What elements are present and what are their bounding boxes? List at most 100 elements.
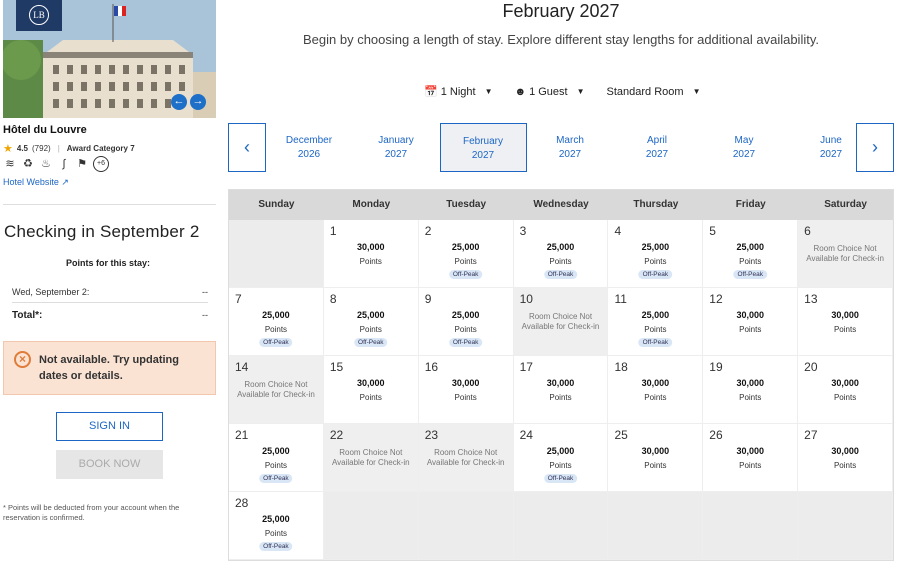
calendar-week: 1 30,000 Points 2 25,000 Points Off-Peak 3 25,00… bbox=[229, 220, 894, 288]
calendar-day[interactable]: 3 25,000 Points Off-Peak bbox=[513, 220, 609, 288]
calendar-day[interactable]: 7 25,000 Points Off-Peak bbox=[229, 288, 324, 356]
day-number: 22 bbox=[329, 428, 344, 442]
points-label: Points bbox=[833, 461, 857, 470]
review-count[interactable]: (792) bbox=[32, 144, 51, 153]
calendar-day[interactable]: 24 25,000 Points Off-Peak bbox=[513, 424, 609, 492]
arrow-left-icon[interactable]: ← bbox=[171, 94, 187, 110]
weekday-label: Monday bbox=[352, 199, 391, 210]
points-label: Points bbox=[644, 393, 667, 402]
calendar-day[interactable]: 13 30,000 Points bbox=[798, 288, 894, 356]
calendar-day[interactable]: 26 30,000 Points bbox=[703, 424, 799, 492]
previous-month-button[interactable]: ‹ bbox=[228, 123, 266, 172]
points-value: 30,000 bbox=[641, 446, 670, 456]
chevron-right-icon: › bbox=[872, 137, 878, 157]
points-label: Points bbox=[454, 393, 477, 402]
calendar-day[interactable]: 20 30,000 Points bbox=[798, 356, 894, 424]
day-number: 7 bbox=[235, 292, 242, 306]
calendar-day[interactable]: 9 25,000 Points Off-Peak bbox=[418, 288, 514, 356]
external-link-icon: ↗ bbox=[61, 177, 69, 187]
calendar-day[interactable]: 18 30,000 Points bbox=[608, 356, 704, 424]
month-tab[interactable]: March 2027 bbox=[540, 123, 600, 172]
day-number: 17 bbox=[519, 360, 533, 374]
month-tab-name: February bbox=[462, 136, 503, 147]
day-number: 10 bbox=[519, 292, 533, 306]
calendar-day[interactable]: 27 30,000 Points bbox=[798, 424, 894, 492]
calendar-day[interactable]: 4 25,000 Points Off-Peak bbox=[608, 220, 704, 288]
weekday-label: Tuesday bbox=[446, 199, 487, 210]
points-value: 25,000 bbox=[262, 446, 290, 456]
month-tab[interactable]: December 2026 bbox=[279, 123, 339, 172]
hotel-website-link[interactable]: Hotel Website ↗ bbox=[3, 177, 69, 188]
month-tab[interactable]: April 2027 bbox=[627, 123, 687, 172]
points-value: 25,000 bbox=[546, 446, 575, 456]
dining-icon: ♻ bbox=[23, 158, 33, 170]
month-tab-year: 2027 bbox=[819, 149, 843, 160]
day-number: 28 bbox=[235, 496, 249, 510]
day-number: 1 bbox=[329, 224, 337, 238]
points-label: Points bbox=[264, 325, 288, 334]
points-value: 30,000 bbox=[831, 378, 859, 388]
calendar-day[interactable]: 10 Room Choice Not Available for Check-in bbox=[513, 288, 609, 356]
points-label: Points bbox=[454, 257, 477, 266]
unavailable-note: Room Choice Not Available for Check-in bbox=[426, 448, 505, 467]
calendar-day[interactable]: 6 Room Choice Not Available for Check-in bbox=[798, 220, 894, 288]
points-value: 30,000 bbox=[641, 378, 670, 388]
month-tab-name: April bbox=[646, 135, 667, 146]
arrow-right-icon[interactable]: → bbox=[190, 94, 206, 110]
off-peak-badge: Off-Peak bbox=[259, 338, 293, 347]
calendar-day[interactable]: 25 30,000 Points bbox=[608, 424, 704, 492]
points-footnote: * Points will be deducted from your acco… bbox=[3, 503, 180, 522]
total-value: -- bbox=[202, 310, 208, 320]
month-tab-name: March bbox=[556, 135, 584, 146]
calendar-day[interactable]: 21 25,000 Points Off-Peak bbox=[229, 424, 324, 492]
points-value: 25,000 bbox=[451, 310, 480, 320]
weekday-label: Wednesday bbox=[533, 199, 589, 210]
calendar-day[interactable]: 1 30,000 Points bbox=[323, 220, 419, 288]
nights-dropdown[interactable]: 📅 1 Night ▼ bbox=[424, 85, 492, 99]
unavailable-note: Room Choice Not Available for Check-in bbox=[331, 448, 410, 467]
room-type-dropdown[interactable]: Standard Room ▼ bbox=[607, 86, 701, 98]
day-number: 5 bbox=[709, 224, 716, 238]
month-tab[interactable]: February 2027 bbox=[439, 123, 527, 172]
calendar-day[interactable]: 16 30,000 Points bbox=[418, 356, 514, 424]
calendar-day[interactable]: 19 30,000 Points bbox=[703, 356, 799, 424]
calendar-day[interactable]: 22 Room Choice Not Available for Check-in bbox=[323, 424, 419, 492]
points-value: 25,000 bbox=[357, 310, 385, 320]
calendar-day[interactable]: 23 Room Choice Not Available for Check-in bbox=[418, 424, 514, 492]
error-icon: × bbox=[14, 351, 31, 368]
calendar-day[interactable]: 11 25,000 Points Off-Peak bbox=[608, 288, 704, 356]
calendar-day[interactable]: 8 25,000 Points Off-Peak bbox=[323, 288, 419, 356]
month-tab-year: 2027 bbox=[558, 149, 582, 160]
month-tab[interactable]: June 2027 bbox=[801, 123, 861, 172]
weekday-label: Saturday bbox=[824, 199, 867, 210]
points-label: Points bbox=[833, 325, 857, 334]
points-label: Points bbox=[739, 325, 762, 334]
calendar-day[interactable]: 28 25,000 Points Off-Peak bbox=[229, 492, 324, 560]
room-value: Standard Room bbox=[606, 85, 684, 98]
nights-value: 1 Night bbox=[440, 85, 476, 98]
month-tab[interactable]: January 2027 bbox=[366, 123, 426, 172]
guests-dropdown[interactable]: ☻ 1 Guest ▼ bbox=[514, 86, 584, 98]
sign-in-button[interactable]: SIGN IN bbox=[56, 412, 163, 441]
empty-day-cell bbox=[798, 492, 894, 560]
calendar-day[interactable]: 15 30,000 Points bbox=[323, 356, 419, 424]
weekday-header: Sunday Monday Tuesday Wednesday Thursday Frid… bbox=[229, 190, 893, 220]
calendar-day[interactable]: 14 Room Choice Not Available for Check-in bbox=[229, 356, 324, 424]
points-value: 30,000 bbox=[736, 310, 764, 320]
day-number: 23 bbox=[424, 428, 439, 442]
calendar-day[interactable]: 2 25,000 Points Off-Peak bbox=[418, 220, 514, 288]
more-amenities-button[interactable]: +6 bbox=[93, 156, 109, 172]
month-tab-name: June bbox=[820, 135, 842, 146]
calendar-day[interactable]: 17 30,000 Points bbox=[513, 356, 609, 424]
website-label[interactable]: Hotel Website bbox=[3, 177, 59, 187]
points-value: 30,000 bbox=[831, 310, 859, 320]
day-number: 9 bbox=[424, 292, 432, 306]
unavailable-note: Room Choice Not Available for Check-in bbox=[521, 312, 600, 331]
month-tab[interactable]: May 2027 bbox=[714, 123, 774, 172]
star-icon: ★ bbox=[3, 143, 13, 155]
calendar-day[interactable]: 12 30,000 Points bbox=[703, 288, 799, 356]
next-month-button[interactable]: › bbox=[856, 123, 894, 172]
calendar-day[interactable]: 5 25,000 Points Off-Peak bbox=[703, 220, 799, 288]
points-for-stay-label: Points for this stay: bbox=[65, 258, 150, 268]
book-now-button[interactable]: BOOK NOW bbox=[56, 450, 163, 479]
